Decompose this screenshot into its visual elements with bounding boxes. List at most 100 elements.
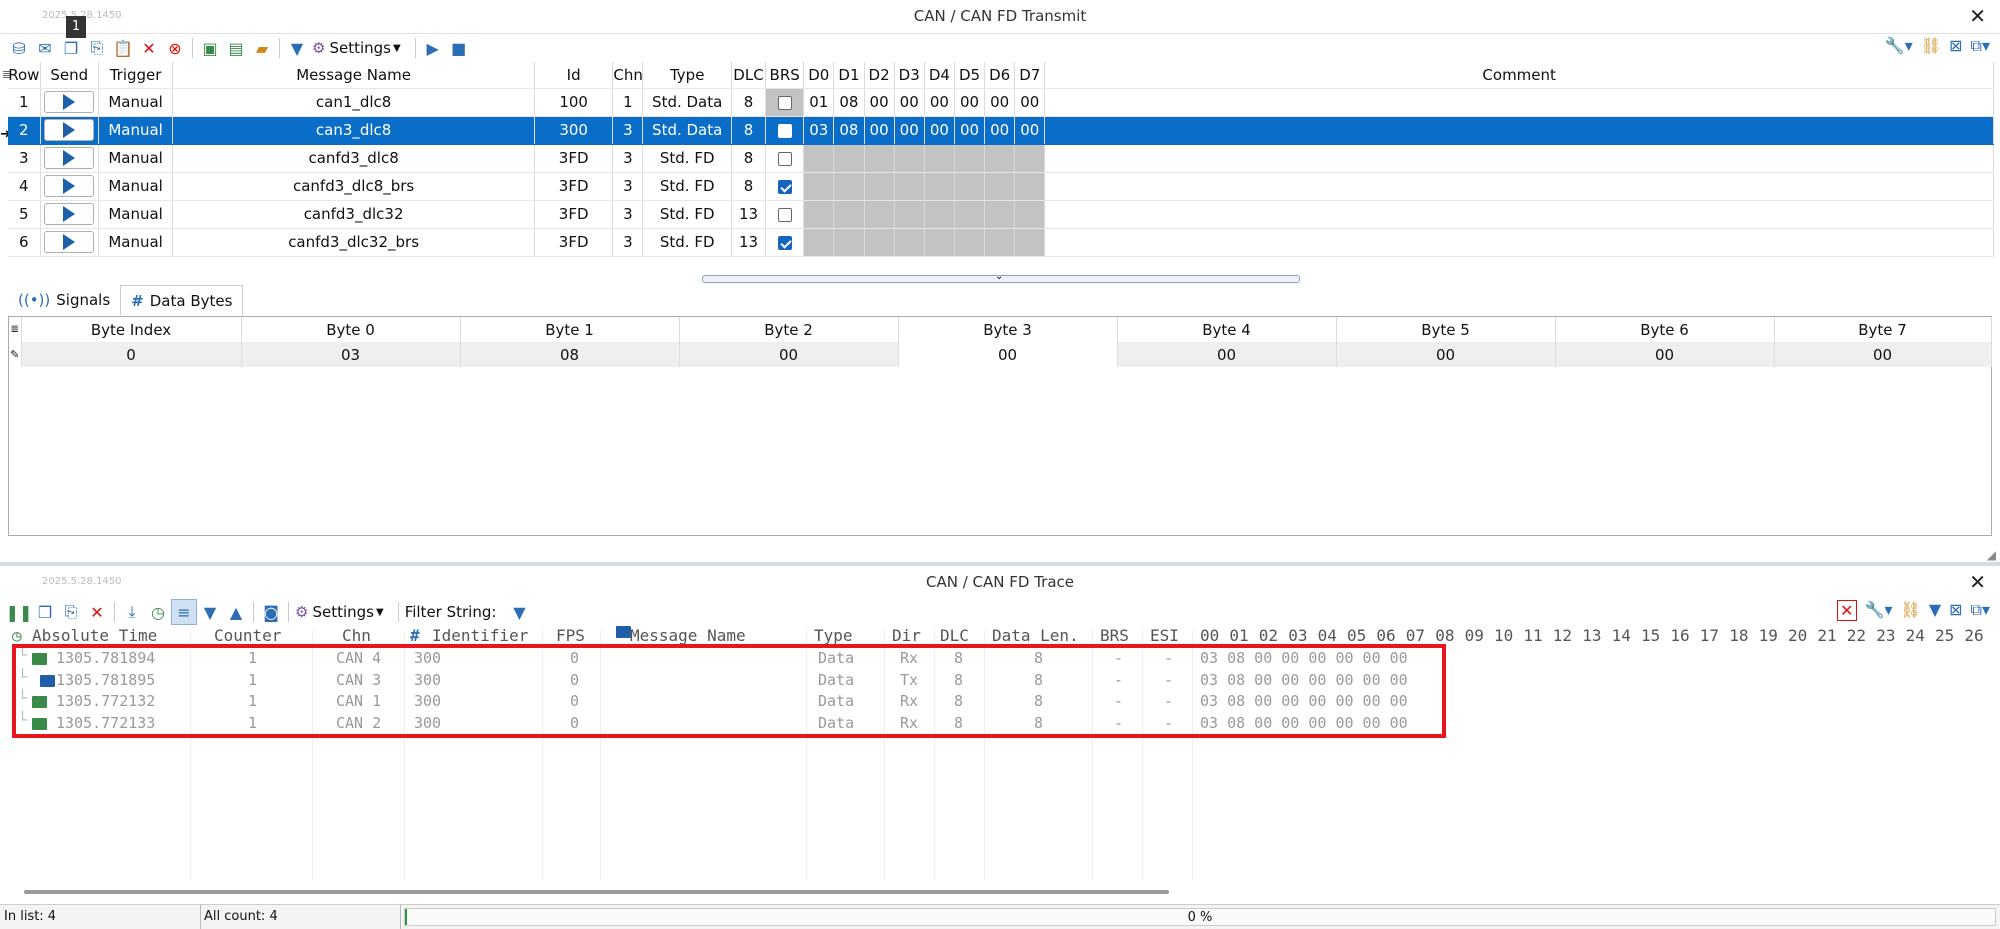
brs-checkbox[interactable]: [777, 95, 792, 110]
send-cell[interactable]: [40, 116, 99, 145]
col-byte-4[interactable]: Byte 4: [1117, 317, 1337, 342]
stop-icon[interactable]: ■: [446, 35, 472, 61]
col-d6[interactable]: D6: [984, 62, 1016, 89]
type-cell[interactable]: Std. FD: [642, 172, 732, 201]
copy-icon[interactable]: ❐: [58, 35, 84, 61]
camera-icon[interactable]: ◙: [258, 599, 284, 625]
col-d7[interactable]: D7: [1014, 62, 1046, 89]
col-trace-message-name[interactable]: Message Name: [630, 626, 746, 645]
comment-cell[interactable]: [1044, 172, 1994, 201]
col-d3[interactable]: D3: [894, 62, 925, 89]
trigger-cell[interactable]: Manual: [98, 144, 174, 173]
col-byte-header[interactable]: 23: [1876, 626, 1895, 645]
data-byte-cell[interactable]: [984, 144, 1016, 173]
brs-checkbox[interactable]: [777, 179, 792, 194]
trigger-cell[interactable]: Manual: [98, 228, 174, 257]
col-identifier[interactable]: Identifier: [432, 626, 528, 645]
row-number-cell[interactable]: 6: [8, 228, 41, 257]
col-byte-header[interactable]: 13: [1582, 626, 1601, 645]
col-byte-header[interactable]: 01: [1229, 626, 1248, 645]
data-byte-cell[interactable]: 00: [984, 116, 1016, 145]
col-send[interactable]: Send: [40, 62, 99, 89]
col-esi[interactable]: ESI: [1150, 626, 1179, 645]
send-cell[interactable]: [40, 200, 99, 229]
col-brs[interactable]: BRS: [765, 62, 805, 89]
clock-icon[interactable]: ◷: [145, 599, 171, 625]
data-byte-cell[interactable]: [833, 200, 865, 229]
col-byte-header[interactable]: 05: [1347, 626, 1366, 645]
resize-grip-icon[interactable]: ◢: [1987, 548, 1996, 562]
id-cell[interactable]: 3FD: [534, 228, 614, 257]
byte-3-cell[interactable]: 00: [898, 342, 1118, 367]
byte-4-cell[interactable]: 00: [1117, 342, 1337, 367]
dlc-cell[interactable]: 8: [731, 88, 767, 117]
col-d5[interactable]: D5: [954, 62, 986, 89]
tab-signals[interactable]: ((•)) Signals: [8, 285, 120, 315]
byte-5-cell[interactable]: 00: [1336, 342, 1556, 367]
send-button[interactable]: [44, 90, 95, 113]
col-byte-header[interactable]: 04: [1318, 626, 1337, 645]
col-trigger[interactable]: Trigger: [98, 62, 174, 89]
trace-window-list-icon[interactable]: ⧉▾: [1971, 600, 1990, 621]
data-byte-cell[interactable]: [1014, 228, 1046, 257]
col-dir[interactable]: Dir: [892, 626, 921, 645]
brs-cell[interactable]: [765, 172, 805, 201]
data-byte-cell[interactable]: 00: [1014, 116, 1046, 145]
col-trace-brs[interactable]: BRS: [1100, 626, 1129, 645]
col-byte-5[interactable]: Byte 5: [1336, 317, 1556, 342]
type-cell[interactable]: Std. Data: [642, 116, 732, 145]
chn-cell[interactable]: 3: [612, 116, 644, 145]
col-byte-header[interactable]: 09: [1465, 626, 1484, 645]
brs-checkbox[interactable]: [777, 123, 792, 138]
col-id[interactable]: Id: [534, 62, 614, 89]
comment-cell[interactable]: [1044, 228, 1994, 257]
data-byte-cell[interactable]: [954, 200, 986, 229]
play-icon[interactable]: ▶: [420, 35, 446, 61]
data-byte-cell[interactable]: [1014, 200, 1046, 229]
tab-data-bytes[interactable]: # Data Bytes: [120, 285, 244, 315]
transmit-row[interactable]: 3 Manual canfd3_dlc8 3FD 3 Std. FD 8: [8, 144, 1994, 173]
send-button[interactable]: [44, 230, 95, 253]
send-button[interactable]: [44, 174, 95, 197]
col-byte-header[interactable]: 00: [1200, 626, 1219, 645]
trace-settings-menu[interactable]: ⚙ Settings ▼: [295, 603, 384, 621]
brs-cell[interactable]: [765, 144, 805, 173]
data-byte-cell[interactable]: 00: [894, 88, 925, 117]
window-list-icon[interactable]: ⧉▾: [1971, 36, 1990, 56]
transmit-row[interactable]: 1 Manual can1_dlc8 100 1 Std. Data 8 01 08 00 00 00…: [8, 88, 1994, 117]
transmit-row[interactable]: 5 Manual canfd3_dlc32 3FD 3 Std. FD 13: [8, 200, 1994, 229]
pause-icon[interactable]: ❚❚: [6, 599, 33, 625]
data-byte-cell[interactable]: [924, 228, 955, 257]
type-cell[interactable]: Std. FD: [642, 228, 732, 257]
window-close-icon[interactable]: ⊠: [1949, 36, 1962, 56]
clear-icon[interactable]: ✕: [84, 599, 110, 625]
send-cell[interactable]: [40, 88, 99, 117]
brs-checkbox[interactable]: [777, 151, 792, 166]
transmit-row[interactable]: 2 Manual can3_dlc8 300 3 Std. Data 8 03 08 00 00 00…: [8, 116, 1994, 145]
brs-cell[interactable]: [765, 228, 805, 257]
data-byte-cell[interactable]: 00: [954, 116, 986, 145]
wrench-icon[interactable]: 🔧▾: [1885, 36, 1913, 56]
col-byte-7[interactable]: Byte 7: [1774, 317, 1992, 342]
byte-0-cell[interactable]: 03: [241, 342, 461, 367]
add-message-icon[interactable]: ⛁: [6, 35, 32, 61]
data-byte-cell[interactable]: [803, 228, 835, 257]
data-byte-cell[interactable]: 00: [924, 88, 955, 117]
col-byte-header[interactable]: 11: [1523, 626, 1542, 645]
data-byte-cell[interactable]: 00: [894, 116, 925, 145]
col-byte-header[interactable]: 26: [1964, 626, 1983, 645]
save-icon[interactable]: ▣: [197, 35, 223, 61]
data-byte-cell[interactable]: [894, 144, 925, 173]
data-byte-cell[interactable]: [924, 200, 955, 229]
data-byte-cell[interactable]: [924, 144, 955, 173]
data-byte-cell[interactable]: [894, 172, 925, 201]
col-d0[interactable]: D0: [803, 62, 835, 89]
data-byte-cell[interactable]: 00: [1014, 88, 1046, 117]
col-byte-header[interactable]: 21: [1817, 626, 1836, 645]
data-byte-cell[interactable]: 00: [864, 116, 895, 145]
data-byte-cell[interactable]: [1014, 172, 1046, 201]
duplicate-icon[interactable]: ⎘: [84, 35, 110, 61]
dlc-cell[interactable]: 13: [731, 200, 767, 229]
data-byte-cell[interactable]: 08: [833, 88, 865, 117]
scroll-down-icon[interactable]: ▼: [197, 599, 223, 625]
